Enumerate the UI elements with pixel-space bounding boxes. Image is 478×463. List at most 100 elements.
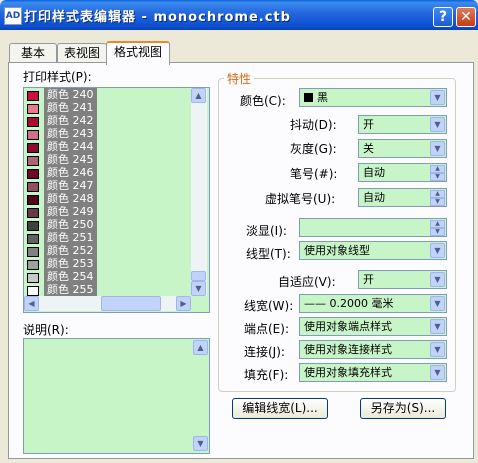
color-swatch [27,260,39,270]
pen-label: 笔号(#): [290,167,338,181]
desc-scroll-up[interactable]: ▲ [193,340,208,355]
spin-up-icon[interactable]: ▲ [430,165,445,173]
endstyle-value: 使用对象端点样式 [304,320,392,333]
virtual-pen-value: 自动 [363,191,385,204]
window-title: 打印样式表编辑器 - monochrome.ctb [24,10,291,25]
chevron-down-icon[interactable]: ▼ [430,117,445,132]
list-item-label: 颜色 250 [44,218,97,231]
grayscale-select[interactable]: 关 ▼ [358,139,447,158]
list-vertical-scrollbar[interactable]: ▲ ▼ [191,88,207,296]
fillstyle-label: 填充(F): [244,368,289,382]
linetype-label: 线型(T): [246,247,291,261]
color-swatch [27,286,39,296]
pen-value: 自动 [363,166,385,179]
scroll-left-button[interactable]: ◀ [24,296,39,311]
dither-select[interactable]: 开 ▼ [358,115,447,134]
scroll-right-button[interactable]: ▶ [176,296,191,311]
color-swatch [27,117,39,127]
scroll-thumb[interactable] [191,271,206,281]
list-item-label: 颜色 254 [44,270,97,283]
tab-basic[interactable]: 基本 [9,43,57,63]
plot-styles-label: 打印样式(P): [23,70,92,84]
list-item-label: 颜色 244 [44,140,97,153]
lineweight-label: 线宽(W): [244,299,294,313]
chevron-down-icon[interactable]: ▼ [430,141,445,156]
color-value: 黑 [317,91,328,104]
adaptive-value: 开 [363,273,374,286]
grayscale-label: 灰度(G): [290,142,337,156]
horizontal-scroll-thumb[interactable] [101,296,161,311]
color-swatch [27,156,39,166]
virtual-pen-label: 虚拟笔号(U): [265,192,336,206]
list-item-label: 颜色 247 [44,179,97,192]
close-button[interactable]: ✕ [456,7,476,27]
list-item-label: 颜色 255 [44,283,97,296]
list-item-label: 颜色 253 [44,257,97,270]
color-swatch [27,169,39,179]
list-item-label: 颜色 243 [44,127,97,140]
chevron-down-icon[interactable]: ▼ [430,342,445,357]
spin-down-icon[interactable]: ▼ [430,228,445,236]
save-as-button[interactable]: 另存为(S)... [360,398,446,419]
dither-label: 抖动(D): [290,118,337,132]
chevron-down-icon[interactable]: ▼ [430,243,445,258]
virtual-pen-spinner[interactable]: 自动 ▲ ▼ [358,188,447,207]
list-item-label: 颜色 242 [44,114,97,127]
list-horizontal-scrollbar[interactable]: ◀ ▶ [24,296,191,311]
color-swatch [27,195,39,205]
grayscale-value: 关 [363,142,374,155]
plot-styles-list[interactable]: 颜色 240 颜色 241 颜色 242 颜色 243 颜色 244 颜色 24… [23,87,210,313]
pen-number-spinner[interactable]: 自动 ▲ ▼ [358,163,447,182]
properties-group-title: 特性 [224,70,255,87]
spin-up-icon[interactable]: ▲ [430,220,445,228]
color-swatch [27,130,39,140]
chevron-down-icon[interactable]: ▼ [430,272,445,287]
lineweight-select[interactable]: —— 0.2000 毫米 ▼ [299,294,447,313]
chevron-down-icon[interactable]: ▼ [430,319,445,334]
color-label: 颜色(C): [240,94,286,108]
help-button[interactable]: ? [433,7,453,27]
color-swatch [27,182,39,192]
color-swatch [27,221,39,231]
list-item-label: 颜色 246 [44,166,97,179]
scroll-up-button[interactable]: ▲ [191,88,206,103]
color-swatch [27,273,39,283]
adaptive-select[interactable]: 开 ▼ [358,270,447,289]
list-item-label: 颜色 249 [44,205,97,218]
scroll-down-button[interactable]: ▼ [191,281,206,296]
color-swatch [27,104,39,114]
joinstyle-select[interactable]: 使用对象连接样式 ▼ [299,340,447,359]
fillstyle-select[interactable]: 使用对象填充样式 ▼ [299,363,447,382]
joinstyle-label: 连接(J): [244,345,285,359]
tab-format-view[interactable]: 格式视图 [106,41,170,65]
spin-up-icon[interactable]: ▲ [430,190,445,198]
desc-scroll-down[interactable]: ▼ [193,436,208,451]
endstyle-label: 端点(E): [244,322,289,336]
list-item-label: 颜色 251 [44,231,97,244]
app-icon: AD [4,7,22,25]
linetype-value: 使用对象线型 [304,244,370,257]
color-select[interactable]: 黑 ▼ [299,88,447,107]
edit-lineweights-button[interactable]: 编辑线宽(L)... [232,398,328,419]
spin-down-icon[interactable]: ▼ [430,198,445,206]
endstyle-select[interactable]: 使用对象端点样式 ▼ [299,317,447,336]
screening-spinner[interactable]: ▲ ▼ [299,218,447,237]
dither-value: 开 [363,118,374,131]
description-label: 说明(R): [23,323,69,337]
list-item-label: 颜色 241 [44,101,97,114]
linetype-select[interactable]: 使用对象线型 ▼ [299,241,447,260]
list-item-label: 颜色 252 [44,244,97,257]
spin-down-icon[interactable]: ▼ [430,173,445,181]
color-swatch [27,247,39,257]
chevron-down-icon[interactable]: ▼ [430,365,445,380]
fillstyle-value: 使用对象填充样式 [304,366,392,379]
joinstyle-value: 使用对象连接样式 [304,343,392,356]
tab-table-view[interactable]: 表视图 [57,43,107,63]
chevron-down-icon[interactable]: ▼ [430,90,445,105]
lineweight-value: —— 0.2000 毫米 [304,297,394,310]
color-swatch [27,91,39,101]
color-swatch [27,143,39,153]
description-textarea[interactable]: ▲ ▼ [23,338,210,454]
chevron-down-icon[interactable]: ▼ [430,296,445,311]
adaptive-label: 自适应(V): [278,275,336,289]
